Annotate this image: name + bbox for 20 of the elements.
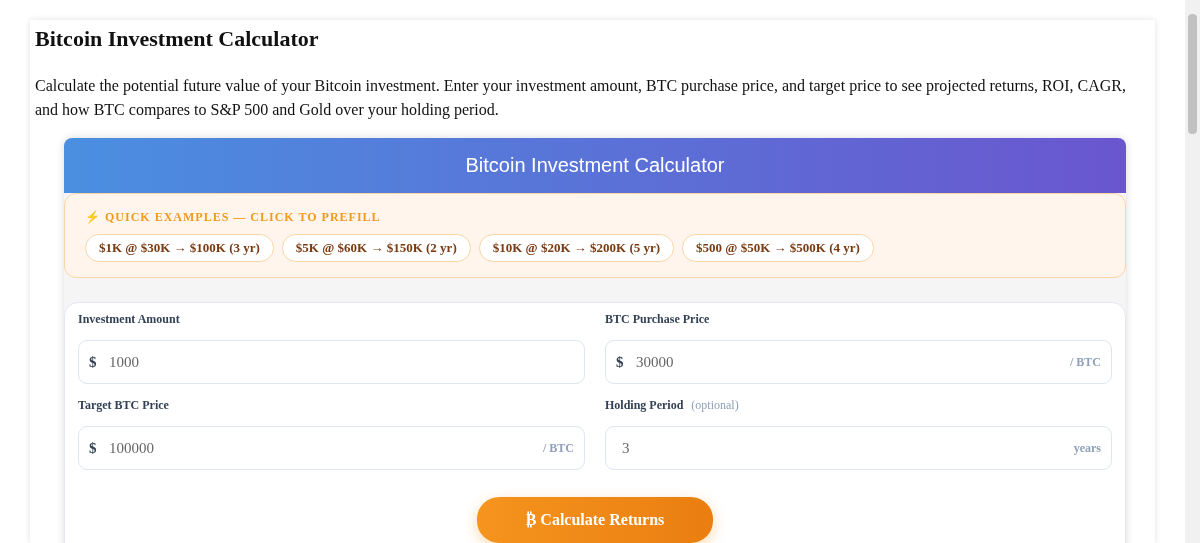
quick-examples-heading: ⚡ QUICK EXAMPLES — CLICK TO PREFILL [85, 210, 382, 225]
unit-label: years [1073, 441, 1101, 455]
unit-label: / BTC [1070, 355, 1101, 369]
intro-text: Calculate the potential future value of your Bitcoin investment. Enter your investment amount, BTC purchase price, and target price to see projected returns, ROI, CAGR, and how BTC compares to S&P 500 and Gold over your holding period. [35, 76, 1127, 121]
example-chip[interactable]: $5K @ $60K → $150K (2 yr) [281, 234, 471, 262]
example-chip[interactable]: $500 @ $50K → $500K (4 yr) [682, 234, 874, 262]
field-label: Investment Amount [78, 312, 180, 327]
prefix-symbol: $ [616, 353, 624, 371]
field-note: (optional) [691, 398, 739, 413]
field-label: Holding Period [605, 398, 684, 413]
example-chip[interactable]: $10K @ $20K → $200K (5 yr) [478, 234, 675, 262]
scrollbar[interactable] [1185, 0, 1200, 543]
prefix-symbol: $ [89, 439, 97, 457]
field-label: BTC Purchase Price [605, 312, 710, 327]
page-title: Bitcoin Investment Calculator [35, 26, 320, 52]
calculator-title: Bitcoin Investment Calculator [465, 154, 725, 177]
field-label: Target BTC Price [78, 398, 169, 413]
unit-label: / BTC [543, 441, 574, 455]
example-chip[interactable]: $1K @ $30K → $100K (3 yr) [85, 234, 274, 262]
prefix-symbol: $ [89, 353, 97, 371]
